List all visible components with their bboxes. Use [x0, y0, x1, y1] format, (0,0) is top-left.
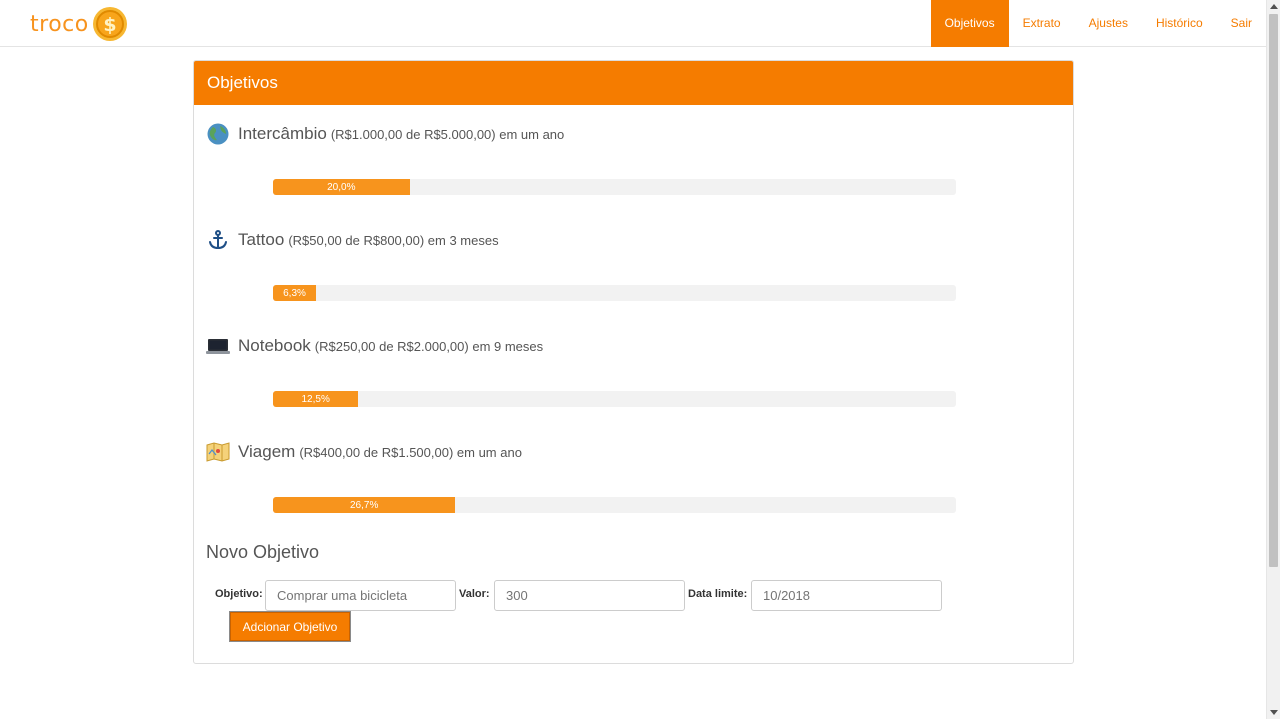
globe-icon: [206, 122, 230, 146]
data-limite-input[interactable]: [751, 580, 942, 611]
laptop-icon: [206, 334, 230, 358]
scroll-up-icon[interactable]: [1270, 4, 1278, 9]
vertical-scrollbar[interactable]: [1266, 0, 1280, 719]
nav-historico[interactable]: Histórico: [1142, 0, 1217, 47]
coin-icon: $: [92, 7, 127, 41]
svg-text:$: $: [103, 14, 116, 36]
goal-detail: (R$1.000,00 de R$5.000,00) em um ano: [330, 126, 565, 142]
goal-detail: (R$250,00 de R$2.000,00) em 9 meses: [314, 338, 544, 354]
new-goal-form: Objetivo: Valor: Data limite:: [194, 579, 1074, 611]
goal-name: Notebook: [238, 336, 311, 355]
progress-fill: 12,5%: [273, 391, 359, 407]
goal-item: Intercâmbio (R$1.000,00 de R$5.000,00) e…: [206, 121, 1066, 147]
goal-detail: (R$400,00 de R$1.500,00) em um ano: [299, 444, 522, 460]
data-limite-label: Data limite:: [688, 588, 748, 600]
nav-objetivos[interactable]: Objetivos: [930, 0, 1009, 47]
anchor-icon: [206, 228, 230, 252]
goal-name: Intercâmbio: [238, 124, 327, 143]
progress-fill: 6,3%: [273, 285, 317, 301]
map-icon: [206, 440, 230, 464]
scroll-thumb[interactable]: [1269, 14, 1278, 567]
scroll-down-icon[interactable]: [1270, 710, 1278, 715]
new-goal-title: Novo Objetivo: [206, 542, 320, 562]
goals-panel: Objetivos Intercâmbio (R$1.000,00 de R$5…: [193, 60, 1074, 664]
progress-fill: 20,0%: [273, 179, 410, 195]
goal-progress-bar: 20,0%: [273, 179, 956, 195]
brand-logo[interactable]: troco $: [30, 4, 128, 44]
goal-progress-bar: 12,5%: [273, 391, 956, 407]
brand-name: troco: [30, 11, 89, 37]
goal-progress-bar: 6,3%: [273, 285, 956, 301]
nav-ajustes[interactable]: Ajustes: [1075, 0, 1142, 47]
goal-detail: (R$50,00 de R$800,00) em 3 meses: [288, 232, 499, 248]
nav-sair[interactable]: Sair: [1217, 0, 1266, 47]
panel-title: Objetivos: [194, 61, 1073, 105]
progress-fill: 26,7%: [273, 497, 456, 513]
goal-name: Tattoo: [238, 230, 285, 249]
goal-item: Notebook (R$250,00 de R$2.000,00) em 9 m…: [206, 333, 1066, 359]
nav-menu: Objetivos Extrato Ajustes Histórico Sair: [930, 0, 1266, 47]
objetivo-input[interactable]: [265, 580, 456, 611]
objetivo-label: Objetivo:: [215, 588, 263, 600]
top-navbar: troco $ Objetivos Extrato Ajustes Histór…: [0, 0, 1266, 47]
goal-name: Viagem: [238, 442, 296, 461]
nav-extrato[interactable]: Extrato: [1009, 0, 1075, 47]
goal-progress-bar: 26,7%: [273, 497, 956, 513]
goal-item: Tattoo (R$50,00 de R$800,00) em 3 meses: [206, 227, 1066, 253]
valor-label: Valor:: [459, 588, 490, 600]
add-goal-button[interactable]: Adcionar Objetivo: [230, 612, 350, 641]
goal-item: Viagem (R$400,00 de R$1.500,00) em um an…: [206, 439, 1066, 465]
valor-input[interactable]: [494, 580, 685, 611]
